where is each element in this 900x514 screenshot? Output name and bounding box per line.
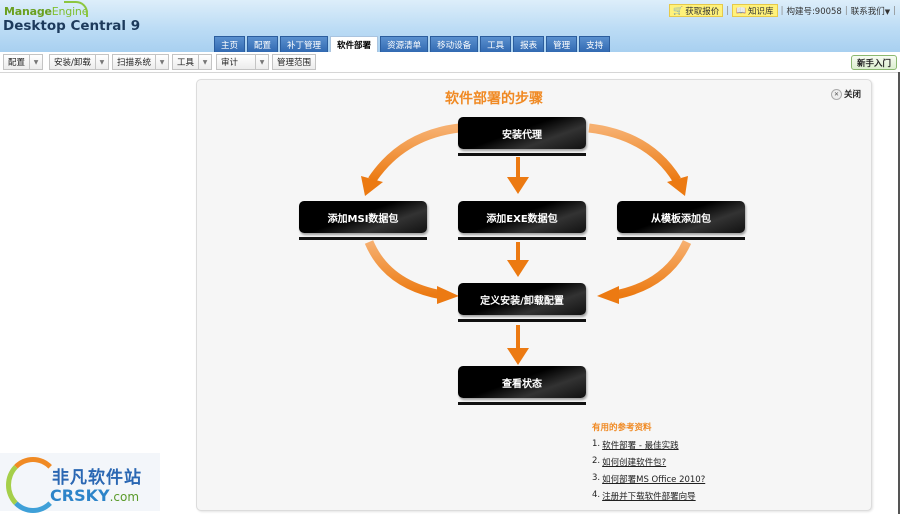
watermark-cn-text: 非凡软件站	[52, 468, 142, 488]
knowledge-base-label: 知识库	[748, 6, 774, 17]
knowledge-base-link[interactable]: 📖 知识库	[732, 4, 778, 17]
arrow-exe-to-config	[516, 242, 520, 262]
step-install-agent[interactable]: 安装代理	[458, 117, 586, 156]
tab-patch-management[interactable]: 补丁管理	[280, 36, 329, 53]
reference-number: 4.	[592, 490, 601, 500]
deployment-steps-panel: 软件部署的步骤 ✕ 关闭 安装代理 添加MSI数据包 添加EXE数据包 从模板添…	[196, 79, 872, 511]
reference-link-create-package[interactable]: 如何创建软件包?	[602, 456, 666, 468]
contact-us-menu[interactable]: 联系我们▼	[851, 5, 890, 17]
build-number: 构建号:90058	[786, 6, 842, 17]
reference-link-register-download[interactable]: 注册并下载软件部署向导	[602, 490, 696, 502]
tab-inventory[interactable]: 资源清单	[380, 36, 429, 53]
divider: |	[780, 5, 784, 16]
reference-link-best-practices[interactable]: 软件部署 - 最佳实践	[602, 439, 678, 451]
menu-scan-systems[interactable]: 扫描系统 ▼	[112, 54, 170, 70]
reference-item: 2. 如何创建软件包?	[592, 456, 705, 468]
arrow-config-to-status	[516, 325, 520, 351]
tab-admin[interactable]: 管理	[546, 36, 578, 53]
references-title: 有用的参考资料	[592, 423, 652, 433]
main-nav-tabs: 主页 配置 补丁管理 软件部署 资源清单 移动设备 工具 报表 管理 支持	[214, 36, 611, 53]
tab-tools[interactable]: 工具	[480, 36, 512, 53]
dropdown-arrow-icon[interactable]: ▼	[29, 55, 42, 69]
tab-configuration[interactable]: 配置	[247, 36, 279, 53]
tab-software-deployment[interactable]: 软件部署	[330, 36, 379, 53]
step-add-exe-package[interactable]: 添加EXE数据包	[458, 201, 586, 240]
menu-label: 配置	[8, 58, 26, 68]
step-add-msi-package[interactable]: 添加MSI数据包	[299, 201, 427, 240]
reference-number: 1.	[592, 439, 601, 449]
arrow-agent-to-exe	[516, 157, 520, 179]
arrow-head	[667, 176, 688, 196]
tab-reports[interactable]: 报表	[513, 36, 545, 53]
divider: |	[726, 5, 730, 16]
dropdown-arrow-icon[interactable]: ▼	[155, 55, 168, 69]
menu-configuration[interactable]: 配置 ▼	[3, 54, 44, 70]
menu-label: 工具	[177, 58, 195, 68]
step-view-status[interactable]: 查看状态	[458, 366, 586, 405]
arrow-head	[507, 260, 529, 277]
contact-us-label: 联系我们	[850, 6, 885, 17]
get-quote-link[interactable]: 🛒 获取报价	[669, 4, 724, 17]
logo-swoosh-icon	[64, 1, 88, 17]
caret-down-icon: ▼	[884, 7, 891, 16]
arrow-template-to-config	[614, 240, 692, 300]
dropdown-arrow-icon[interactable]: ▼	[198, 55, 211, 69]
menu-scope-of-management[interactable]: 管理范围	[272, 54, 317, 70]
menu-tools[interactable]: 工具 ▼	[172, 54, 213, 70]
menu-label: 审计	[221, 58, 239, 68]
reference-item: 1. 软件部署 - 最佳实践	[592, 439, 705, 451]
reference-number: 3.	[592, 473, 601, 483]
step-define-config[interactable]: 定义安装/卸载配置	[458, 283, 586, 322]
tab-mobile-devices[interactable]: 移动设备	[430, 36, 479, 53]
logo-brand-text: Manage	[4, 5, 52, 18]
quick-start-button[interactable]: 新手入门	[850, 55, 897, 70]
tab-support[interactable]: 支持	[579, 36, 611, 53]
product-name: Desktop Central 9	[3, 18, 141, 34]
sub-toolbar: 配置 ▼ 安装/卸载 ▼ 扫描系统 ▼ 工具 ▼ 审计 ▼ 管理范围 新手入门	[0, 52, 900, 73]
watermark-en-main: CRSKY	[50, 486, 110, 505]
menu-label: 安装/卸载	[54, 58, 91, 68]
menu-install-uninstall[interactable]: 安装/卸载 ▼	[49, 54, 109, 70]
app-header: ManageEngine Desktop Central 9 🛒 获取报价 | …	[0, 0, 900, 53]
arrow-head	[507, 177, 529, 194]
watermark-en-suffix: .com	[109, 490, 140, 504]
crsky-watermark: 非凡软件站 CRSKY.com	[0, 453, 160, 513]
reference-item: 3. 如何部署MS Office 2010?	[592, 473, 705, 485]
divider: |	[893, 5, 896, 16]
reference-link-ms-office[interactable]: 如何部署MS Office 2010?	[602, 473, 705, 485]
arrow-msi-to-config	[364, 240, 443, 300]
reference-number: 2.	[592, 456, 601, 466]
get-quote-label: 获取报价	[685, 6, 720, 17]
reference-item: 4. 注册并下载软件部署向导	[592, 490, 705, 502]
arrow-head	[437, 286, 459, 304]
cart-icon: 🛒	[673, 6, 684, 15]
step-add-from-template[interactable]: 从模板添加包	[617, 201, 745, 240]
arrow-agent-to-template	[588, 123, 681, 183]
arrow-head	[597, 286, 619, 304]
book-icon: 📖	[736, 6, 747, 15]
menu-audit[interactable]: 审计 ▼	[216, 54, 269, 70]
watermark-en-text: CRSKY.com	[50, 486, 139, 505]
top-links: 🛒 获取报价 | 📖 知识库 | 构建号:90058 | 联系我们▼ |	[669, 4, 896, 17]
menu-label: 管理范围	[277, 58, 312, 68]
dropdown-arrow-icon[interactable]: ▼	[94, 55, 108, 69]
dropdown-arrow-icon[interactable]: ▼	[255, 55, 268, 69]
arrow-agent-to-msi	[368, 123, 460, 183]
divider: |	[844, 5, 848, 16]
arrow-head	[361, 176, 383, 196]
arrow-head	[507, 348, 529, 365]
tab-home[interactable]: 主页	[214, 36, 246, 53]
useful-references: 有用的参考资料 1. 软件部署 - 最佳实践 2. 如何创建软件包? 3. 如何…	[592, 421, 705, 507]
menu-label: 扫描系统	[117, 58, 152, 68]
